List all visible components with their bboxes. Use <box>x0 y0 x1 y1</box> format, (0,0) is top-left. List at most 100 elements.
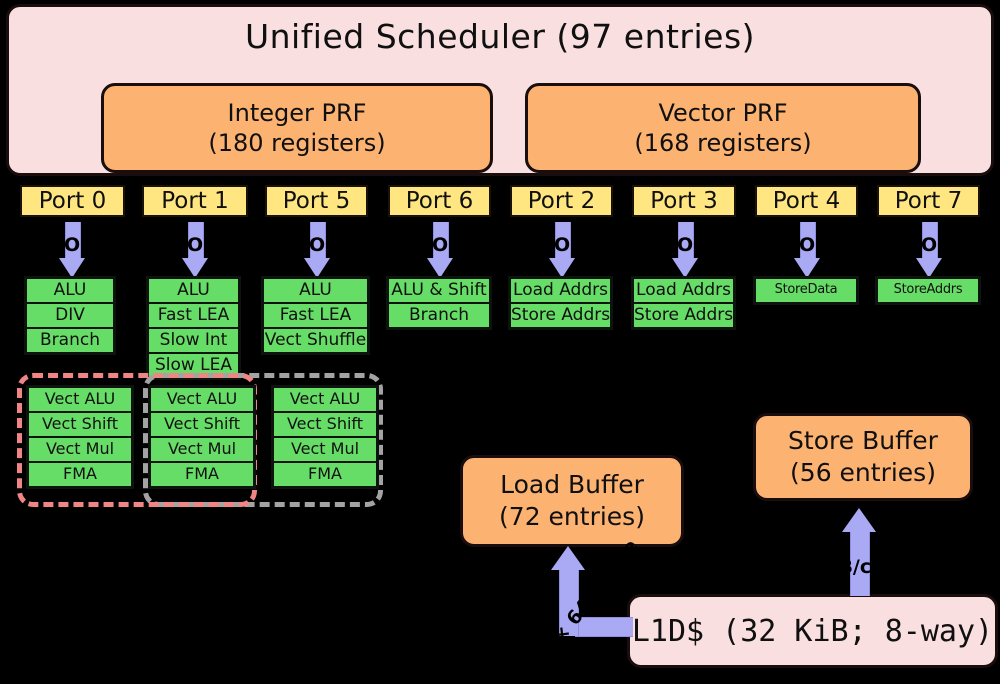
microarchitecture-diagram: Unified Scheduler (97 entries) Integer P… <box>0 0 1000 684</box>
arrow-head <box>916 258 942 278</box>
exec-unit: Load Addrs <box>510 278 611 303</box>
exec-unit: Fast LEA <box>148 303 239 328</box>
arrow-shaft <box>310 222 326 260</box>
exec-stack-port-6: ALU & Shift Branch <box>386 276 492 330</box>
exec-stack-port-1: ALU Fast LEA Slow Int Slow LEA <box>146 276 241 380</box>
vector-unit: Vect Shift <box>273 412 377 437</box>
load-path-elbow <box>575 617 633 637</box>
arrow-head <box>182 258 208 278</box>
vector-unit: FMA <box>28 462 132 487</box>
load-path-arrow <box>551 546 585 636</box>
arrow-shaft <box>800 222 816 260</box>
exec-unit: StoreData <box>755 278 857 303</box>
exec-unit: ALU <box>26 278 114 303</box>
arrow-head <box>551 546 585 570</box>
port-header-7[interactable]: Port 7 <box>877 185 980 217</box>
exec-stack-port-3: Load Addrs Store Addrs <box>631 276 736 330</box>
uop-arrow-port-7: µOP <box>907 222 951 278</box>
port-header-3[interactable]: Port 3 <box>632 185 736 217</box>
store-buffer-detail: (56 entries) <box>790 458 936 487</box>
uop-arrow-port-1: µOP <box>173 222 217 278</box>
arrow-shaft <box>678 222 694 260</box>
port-header-1[interactable]: Port 1 <box>142 185 248 217</box>
uop-arrow-port-0: µOP <box>50 222 94 278</box>
vector-unit: Vect Mul <box>28 437 132 462</box>
exec-unit: Branch <box>388 303 490 328</box>
port-label-1: Port 1 <box>161 188 229 214</box>
port-label-6: Port 6 <box>405 188 474 214</box>
port-label-4: Port 4 <box>772 188 841 214</box>
arrow-head <box>672 258 698 278</box>
exec-unit: DIV <box>26 303 114 328</box>
port-label-0: Port 0 <box>38 188 107 214</box>
load-buffer-name: Load Buffer <box>500 470 644 499</box>
port-header-2[interactable]: Port 2 <box>510 185 613 217</box>
uop-arrow-port-3: µOP <box>663 222 707 278</box>
arrow-shaft <box>555 222 571 260</box>
store-buffer-box: Store Buffer (56 entries) <box>753 413 973 501</box>
port-header-6[interactable]: Port 6 <box>388 185 491 217</box>
vector-prf-detail: (168 registers) <box>634 129 812 157</box>
port-header-4[interactable]: Port 4 <box>755 185 858 217</box>
arrow-shaft <box>433 222 449 260</box>
arrow-shaft <box>188 222 204 260</box>
vector-stack-port-0: Vect ALU Vect Shift Vect Mul FMA <box>26 385 134 489</box>
uop-arrow-port-2: µOP <box>540 222 584 278</box>
port-label-5: Port 5 <box>282 188 351 214</box>
exec-stack-port-2: Load Addrs Store Addrs <box>508 276 613 330</box>
exec-unit: Load Addrs <box>633 278 734 303</box>
exec-stack-port-4: StoreData <box>753 276 859 305</box>
l1-data-cache-box: L1D$ (32 KiB; 8-way) <box>627 594 998 668</box>
load-buffer-detail: (72 entries) <box>499 502 645 531</box>
vector-unit: Vect ALU <box>273 387 377 412</box>
load-buffer-box: Load Buffer (72 entries) <box>460 455 684 547</box>
arrow-shaft <box>65 222 81 260</box>
arrow-shaft <box>922 222 938 260</box>
port-header-5[interactable]: Port 5 <box>265 185 368 217</box>
arrow-shaft <box>559 566 579 636</box>
uop-arrow-port-5: µOP <box>295 222 339 278</box>
exec-unit: StoreAddrs <box>877 278 979 303</box>
exec-unit: Store Addrs <box>510 303 611 328</box>
port-label-2: Port 2 <box>527 188 596 214</box>
vector-stack-port-1: Vect ALU Vect Shift Vect Mul FMA <box>148 385 256 489</box>
vector-unit: FMA <box>273 462 377 487</box>
port-label-7: Port 7 <box>894 188 963 214</box>
arrow-head <box>304 258 330 278</box>
exec-stack-port-7: StoreAddrs <box>875 276 981 305</box>
integer-prf-name: Integer PRF <box>227 99 367 127</box>
arrow-head <box>549 258 575 278</box>
unified-scheduler-panel: Unified Scheduler (97 entries) Integer P… <box>6 4 994 176</box>
integer-prf-box: Integer PRF (180 registers) <box>101 83 493 173</box>
vector-prf-box: Vector PRF (168 registers) <box>525 83 921 173</box>
exec-unit: Slow Int <box>148 328 239 353</box>
port-header-0[interactable]: Port 0 <box>20 185 125 217</box>
vector-unit: Vect Shift <box>28 412 132 437</box>
exec-unit: ALU <box>148 278 239 303</box>
uop-arrow-port-6: µOP <box>418 222 462 278</box>
exec-unit: Branch <box>26 328 114 353</box>
vector-unit: Vect ALU <box>28 387 132 412</box>
exec-unit: Store Addrs <box>633 303 734 328</box>
scheduler-title: Unified Scheduler (97 entries) <box>244 17 756 56</box>
exec-unit: Fast LEA <box>263 303 368 328</box>
exec-unit: ALU <box>263 278 368 303</box>
integer-prf-detail: (180 registers) <box>208 129 386 157</box>
exec-stack-port-0: ALU DIV Branch <box>24 276 116 355</box>
vector-unit: FMA <box>150 462 254 487</box>
exec-stack-port-5: ALU Fast LEA Vect Shuffle <box>261 276 370 355</box>
exec-unit: Vect Shuffle <box>263 328 368 353</box>
arrow-head <box>427 258 453 278</box>
arrow-head <box>59 258 85 278</box>
vector-unit: Vect Mul <box>150 437 254 462</box>
store-buffer-name: Store Buffer <box>788 426 938 455</box>
vector-stack-port-5: Vect ALU Vect Shift Vect Mul FMA <box>271 385 379 489</box>
arrow-head <box>842 508 876 532</box>
arrow-shaft <box>850 530 870 596</box>
vector-prf-name: Vector PRF <box>658 99 788 127</box>
l1d-label: L1D$ (32 KiB; 8-way) <box>631 613 994 649</box>
vector-unit: Vect Shift <box>150 412 254 437</box>
vector-unit: Vect Mul <box>273 437 377 462</box>
arrow-head <box>794 258 820 278</box>
port-label-3: Port 3 <box>650 188 718 214</box>
